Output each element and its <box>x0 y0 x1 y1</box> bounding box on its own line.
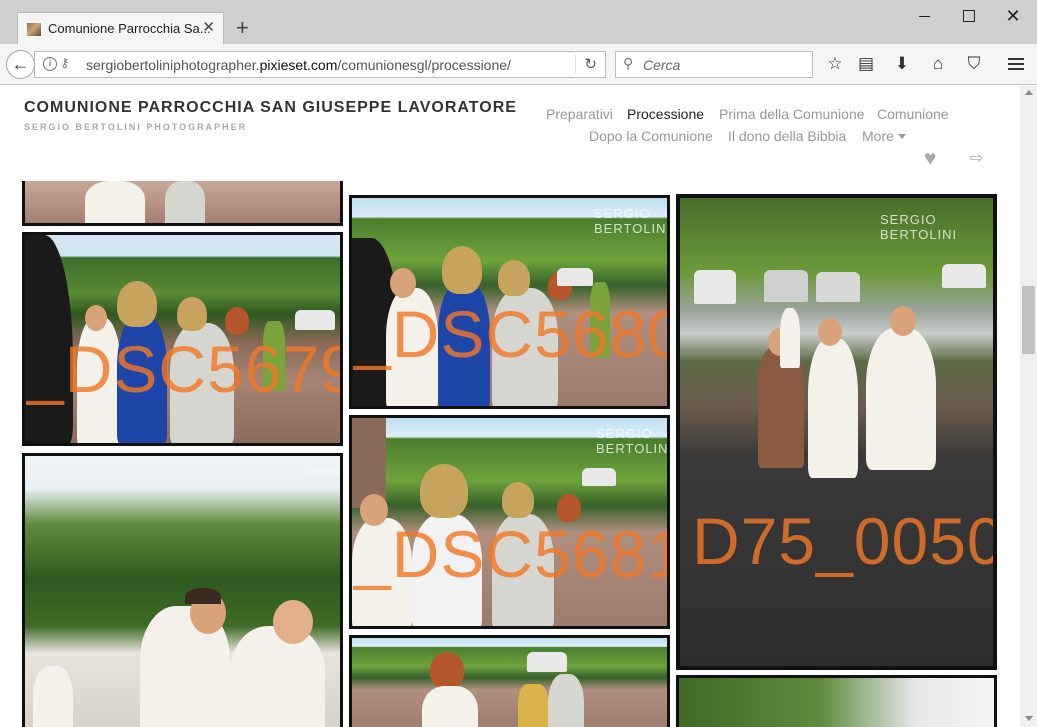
gallery-page: COMUNIONE PARROCCHIA SAN GIUSEPPE LAVORA… <box>0 86 1020 727</box>
scroll-down-icon[interactable] <box>1025 716 1033 721</box>
heart-icon[interactable]: ♥ <box>924 147 936 171</box>
tab-close-icon[interactable]: ✕ <box>202 18 215 36</box>
photo-watermark: photography <box>307 466 341 476</box>
minimize-icon[interactable] <box>915 6 935 26</box>
browser-tab-bar: Comunione Parrocchia Sa... ✕ + ✕ <box>0 0 1037 44</box>
gallery-photo[interactable]: SERGIO BERTOLINI D75_0050 <box>676 194 997 670</box>
photo-filename: D75_0050 <box>692 504 997 578</box>
photo-watermark: SERGIO BERTOLINI <box>596 426 670 456</box>
photo-filename: _DSC5679 <box>27 332 343 406</box>
info-icon[interactable]: i <box>43 57 57 71</box>
home-icon[interactable]: ⌂ <box>928 54 948 74</box>
back-button[interactable]: ← <box>6 50 35 79</box>
browser-nav-bar: i ⚷ sergiobertoliniphotographer.pixieset… <box>0 44 1037 85</box>
site-subtitle: SERGIO BERTOLINI PHOTOGRAPHER <box>24 122 248 132</box>
nav-item-processione[interactable]: Processione <box>627 106 704 122</box>
tab-title: Comunione Parrocchia Sa... <box>48 21 211 36</box>
site-title[interactable]: COMUNIONE PARROCCHIA SAN GIUSEPPE LAVORA… <box>24 99 517 117</box>
browser-tab[interactable]: Comunione Parrocchia Sa... ✕ <box>17 12 224 44</box>
nav-item-more[interactable]: More <box>862 128 906 144</box>
menu-icon[interactable] <box>1006 54 1026 74</box>
url-text[interactable]: sergiobertoliniphotographer.pixieset.com… <box>86 57 511 73</box>
scroll-up-icon[interactable] <box>1025 90 1033 95</box>
key-icon: ⚷ <box>60 55 70 70</box>
maximize-icon[interactable] <box>958 6 978 26</box>
nav-item-preparativi[interactable]: Preparativi <box>546 106 613 122</box>
nav-item-il-dono-della-bibbia[interactable]: Il dono della Bibbia <box>728 128 846 144</box>
search-input[interactable]: ⚲ Cerca <box>615 51 813 78</box>
gallery-photo[interactable] <box>676 675 997 727</box>
gallery-photo[interactable]: SERGIO BERTOLINI _DSC5681 <box>349 415 670 629</box>
address-bar[interactable]: i ⚷ sergiobertoliniphotographer.pixieset… <box>34 51 606 78</box>
nav-item-prima-della-comunione[interactable]: Prima della Comunione <box>719 106 865 122</box>
download-icon[interactable]: ⬇ <box>892 54 912 74</box>
window-close-icon[interactable]: ✕ <box>1003 6 1023 26</box>
share-icon[interactable]: ⇨ <box>970 148 983 168</box>
page-scrollbar[interactable] <box>1020 86 1037 727</box>
photo-filename: _DSC5681 <box>354 517 670 591</box>
pocket-icon[interactable]: ⛉ <box>964 54 984 74</box>
photo-watermark: SERGIO BERTOLINI <box>594 206 670 236</box>
gallery-photo[interactable]: _DSC5679 <box>22 232 343 446</box>
favicon-icon <box>27 23 41 36</box>
photo-filename: _DSC5680 <box>354 297 670 371</box>
scrollbar-thumb[interactable] <box>1022 286 1035 354</box>
search-placeholder: Cerca <box>643 57 681 73</box>
gallery-photo[interactable]: photography <box>22 453 343 727</box>
chevron-down-icon <box>897 134 906 139</box>
photo-watermark: SERGIO BERTOLINI <box>880 212 958 242</box>
gallery-photo[interactable]: SERGIO BERTOLINI _DSC5680 <box>349 195 670 409</box>
gallery-photo[interactable] <box>22 181 343 226</box>
bookmark-star-icon[interactable]: ☆ <box>825 54 845 74</box>
search-icon: ⚲ <box>623 55 634 71</box>
reading-list-icon[interactable]: ▤ <box>856 54 876 74</box>
gallery-photo[interactable] <box>349 635 670 727</box>
reload-icon[interactable]: ↻ <box>575 55 597 73</box>
nav-item-dopo-la-comunione[interactable]: Dopo la Comunione <box>589 128 713 144</box>
nav-item-comunione[interactable]: Comunione <box>877 106 949 122</box>
new-tab-icon[interactable]: + <box>236 17 249 39</box>
